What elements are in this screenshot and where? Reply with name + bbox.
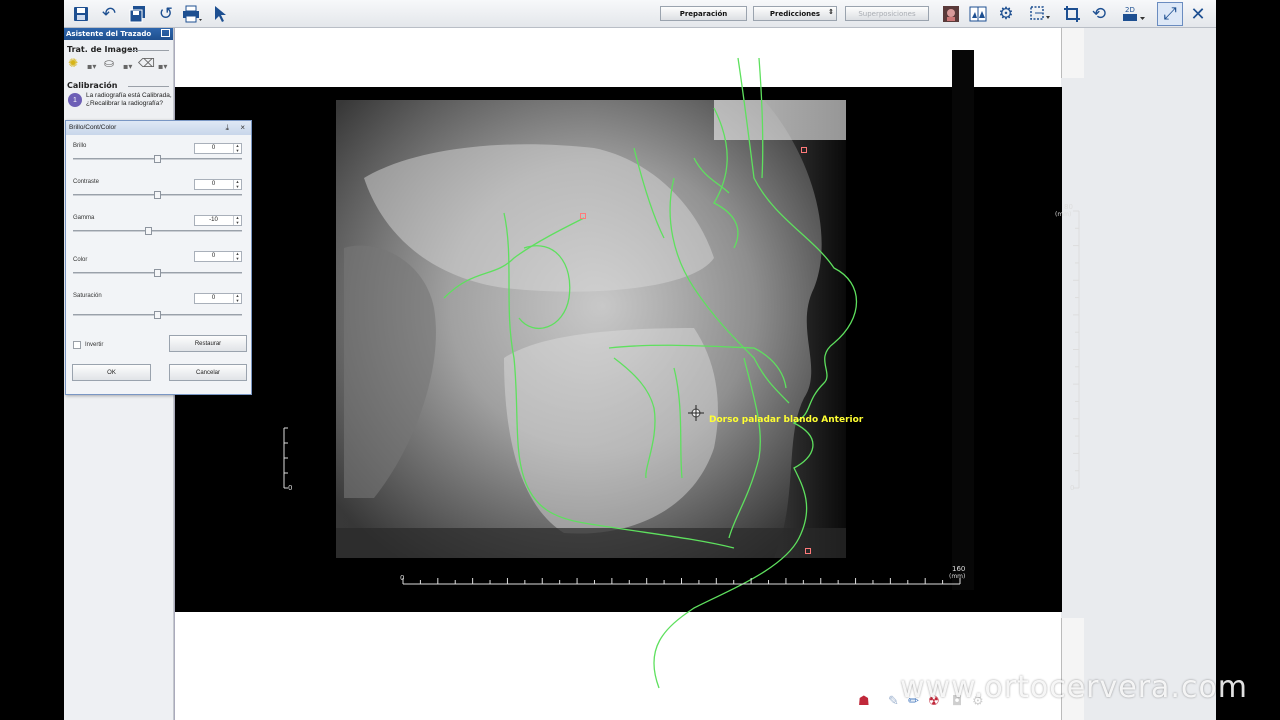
slider-gamma: Gamma -10 ▲ ▼: [72, 215, 248, 249]
xray-bottom-band: [336, 528, 846, 558]
brillo-thumb[interactable]: [153, 155, 161, 163]
pin-icon[interactable]: ⤓: [225, 121, 229, 135]
save-copy-icon[interactable]: [127, 3, 149, 25]
close-icon[interactable]: ✕: [1187, 3, 1209, 25]
spinner-arrows-icon[interactable]: ▲ ▼: [233, 215, 241, 225]
calibration-row[interactable]: 1 La radiografía está Calibrada, ¿Recali…: [64, 90, 173, 110]
cursor-icon[interactable]: [209, 3, 231, 25]
save-icon[interactable]: [70, 3, 92, 25]
saturacion-thumb[interactable]: [153, 311, 161, 319]
main-toolbar: ↶ ↺ Preparación Predicciones ⇕ Superposic…: [64, 0, 1216, 28]
contraste-spinner[interactable]: 0 ▲ ▼: [194, 179, 242, 190]
ruler-left-bottom: 0: [288, 484, 292, 492]
rotate-back-icon[interactable]: ↺: [155, 3, 177, 25]
spinner-arrows-icon[interactable]: ▲ ▼: [233, 143, 241, 153]
slider-contraste: Contraste 0 ▲ ▼: [72, 179, 248, 213]
cephalometric-image[interactable]: Dorso paladar blando Anterior 0 160 (mm)…: [174, 28, 1084, 720]
gamma-spinner[interactable]: -10 ▲ ▼: [194, 215, 242, 226]
gamma-thumb[interactable]: [145, 227, 153, 235]
image-tools-row: ✺ ▪▾ ⛀ ▪▾ ⌫ ▪▾: [64, 54, 173, 76]
vertical-ruler-left: 0: [283, 427, 292, 492]
skull-icon[interactable]: ☗: [858, 694, 870, 709]
contraste-thumb[interactable]: [153, 191, 161, 199]
ruler-h-unit: (mm): [949, 573, 965, 580]
dialog-title-bar[interactable]: Brillo/Cont/Color ⤓ ×: [66, 121, 251, 135]
landmark-label: Dorso paladar blando Anterior: [709, 415, 864, 425]
measure-icon[interactable]: ✎: [888, 694, 899, 709]
ruler-v-top: 80: [1064, 203, 1073, 211]
color-thumb[interactable]: [153, 269, 161, 277]
close-icon[interactable]: ×: [240, 121, 245, 135]
chevron-down-icon: ⇕: [828, 8, 834, 16]
filter-icon[interactable]: ⛀: [104, 56, 122, 72]
right-side-panel: [1084, 28, 1216, 720]
zoom-region-icon[interactable]: [1029, 3, 1051, 25]
superposiciones-button[interactable]: Superposiciones: [845, 6, 929, 21]
calibration-step-badge: 1: [68, 93, 82, 107]
brillo-track[interactable]: [73, 155, 242, 163]
vertical-ruler-right: 80 (mm) 0: [1055, 203, 1080, 492]
dialog-title: Brillo/Cont/Color: [69, 124, 117, 131]
fullscreen-icon[interactable]: ⤢: [1157, 2, 1183, 26]
svg-text:2D: 2D: [1125, 6, 1135, 14]
cancel-button[interactable]: Cancelar: [169, 364, 247, 381]
preparacion-button[interactable]: Preparación: [660, 6, 747, 21]
watermark: www.ortocervera.com: [900, 670, 1249, 705]
crop-icon[interactable]: [1061, 3, 1083, 25]
rotate-icon[interactable]: ⟲: [1088, 3, 1110, 25]
invert-label: Invertir: [85, 342, 104, 348]
ruler-h-end: 160: [952, 565, 965, 573]
slider-saturacion: Saturación 0 ▲ ▼: [72, 293, 248, 327]
spinner-arrows-icon[interactable]: ▲ ▼: [233, 293, 241, 303]
contraste-track[interactable]: [73, 191, 242, 199]
view-mode-icon[interactable]: 2D: [1120, 3, 1148, 25]
ruler-v-unit: (mm): [1055, 211, 1071, 218]
image-treatment-heading: Trat. de Imagen: [64, 40, 173, 54]
brightness-icon[interactable]: ✺: [68, 56, 86, 72]
calibration-text: La radiografía está Calibrada, ¿Recalibr…: [86, 92, 172, 107]
invert-checkbox[interactable]: [73, 341, 81, 349]
patient-photo-icon[interactable]: [940, 3, 962, 25]
saturacion-track[interactable]: [73, 311, 242, 319]
slider-brillo: Brillo 0 ▲ ▼: [72, 143, 248, 177]
saturacion-spinner[interactable]: 0 ▲ ▼: [194, 293, 242, 304]
compare-images-icon[interactable]: [967, 3, 989, 25]
ok-button[interactable]: OK: [72, 364, 151, 381]
print-icon[interactable]: [181, 3, 203, 25]
ruler-h-start: 0: [400, 574, 404, 582]
panel-title: Asistente del Trazado: [66, 30, 152, 38]
gear-icon[interactable]: ⚙: [995, 3, 1017, 25]
spinner-arrows-icon[interactable]: ▲ ▼: [233, 179, 241, 189]
undo-icon[interactable]: ↶: [98, 3, 120, 25]
brightness-contrast-dialog[interactable]: Brillo/Cont/Color ⤓ × Brillo 0 ▲ ▼ Contras…: [65, 120, 252, 395]
brillo-spinner[interactable]: 0 ▲ ▼: [194, 143, 242, 154]
color-spinner[interactable]: 0 ▲ ▼: [194, 251, 242, 262]
eraser-icon[interactable]: ⌫: [138, 56, 156, 72]
restore-window-icon[interactable]: [161, 29, 170, 37]
gamma-track[interactable]: [73, 227, 242, 235]
app-window: ↶ ↺ Preparación Predicciones ⇕ Superposic…: [64, 0, 1216, 720]
color-track[interactable]: [73, 269, 242, 277]
calibration-heading: Calibración: [64, 76, 173, 90]
predicciones-select[interactable]: Predicciones ⇕: [753, 6, 837, 21]
ruler-v-bottom: 0: [1070, 484, 1074, 492]
spinner-arrows-icon[interactable]: ▲ ▼: [233, 251, 241, 261]
horizontal-ruler: 0 160 (mm): [400, 565, 965, 585]
panel-header: Asistente del Trazado: [64, 28, 173, 40]
restore-button[interactable]: Restaurar: [169, 335, 247, 352]
slider-color: Color 0 ▲ ▼: [72, 251, 248, 285]
nasion-highlight: [714, 100, 846, 140]
